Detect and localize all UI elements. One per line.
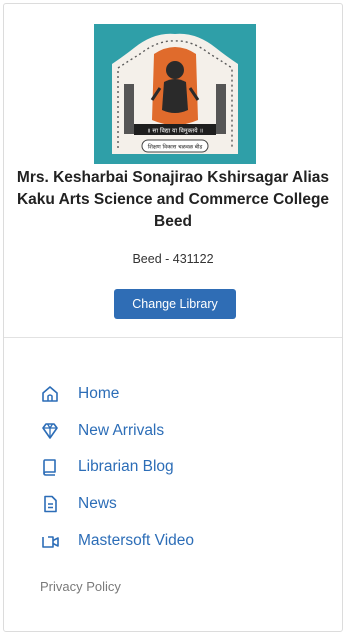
college-name-line-1: Mrs. Kesharbai Sonajirao Kshirsagar Alia…	[16, 169, 330, 186]
privacy-policy-link[interactable]: Privacy Policy	[40, 579, 121, 594]
library-card: ॥ सा विद्या या विमुक्तये ॥ शिक्षण विकास …	[3, 3, 343, 632]
side-nav: Home New Arrivals Librarian Blog News Ma…	[40, 376, 300, 559]
college-location: Beed - 431122	[132, 252, 214, 266]
nav-item-new-arrivals[interactable]: New Arrivals	[40, 413, 300, 450]
nav-item-librarian-blog[interactable]: Librarian Blog	[40, 449, 300, 486]
home-icon	[42, 386, 58, 403]
nav-item-label: New Arrivals	[78, 421, 165, 439]
nav-item-mastersoft-video[interactable]: Mastersoft Video	[40, 522, 300, 559]
college-logo: ॥ सा विद्या या विमुक्तये ॥ शिक्षण विकास …	[94, 24, 256, 164]
nav-item-label: Home	[78, 385, 120, 403]
change-library-button[interactable]: Change Library	[114, 289, 236, 319]
nav-item-label: News	[78, 495, 117, 513]
nav-item-label: Librarian Blog	[78, 458, 174, 476]
book-icon	[43, 459, 56, 477]
college-header: ॥ सा विद्या या विमुक्तये ॥ शिक्षण विकास …	[4, 4, 342, 338]
college-name: Mrs. Kesharbai Sonajirao Kshirsagar Alia…	[4, 167, 342, 233]
document-icon	[44, 495, 57, 513]
nav-item-label: Mastersoft Video	[78, 531, 195, 549]
logo-bottom-text: शिक्षण विकास चळवळ बीड	[148, 144, 203, 151]
college-name-line-2: Kaku Arts Science and Commerce College	[16, 191, 330, 208]
video-icon	[42, 535, 59, 548]
college-name-line-3: Beed	[154, 213, 192, 230]
diamond-icon	[42, 423, 58, 439]
nav-item-news[interactable]: News	[40, 486, 300, 523]
nav-item-home[interactable]: Home	[40, 376, 300, 413]
logo-motto-text: ॥ सा विद्या या विमुक्तये ॥	[147, 127, 203, 135]
